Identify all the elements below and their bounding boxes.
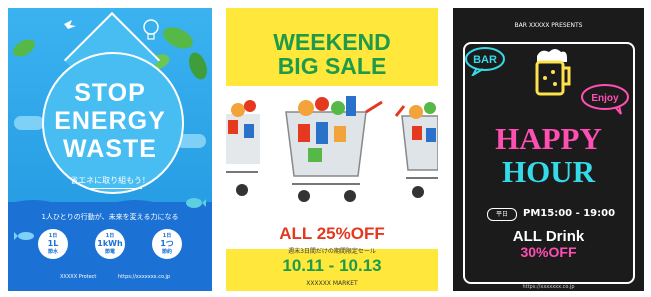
sale-note: 週末3日間だけの期間限定セール bbox=[288, 248, 376, 255]
headline-line-1: STOP bbox=[74, 79, 146, 107]
footer-brand: XXXXX Protect bbox=[60, 274, 97, 280]
sale-dates: 10.11 - 10.13 bbox=[282, 256, 382, 275]
market-name: XXXXXX MARKET bbox=[306, 280, 358, 287]
badge-water: 1日 1L 節水 bbox=[38, 229, 68, 259]
badge-main: 1つ bbox=[160, 239, 174, 248]
shopping-carts-illustration bbox=[226, 96, 438, 202]
badge-main: 1kWh bbox=[97, 239, 123, 248]
headline-line-2: HOUR bbox=[502, 154, 595, 189]
headline-line-2: BIG SALE bbox=[277, 53, 387, 79]
discount-text: 30%OFF bbox=[520, 244, 577, 260]
footer-url: https://xxxxxxx.co.jp bbox=[118, 274, 171, 280]
badge-saving: 1日 1つ 節約 bbox=[152, 229, 182, 259]
drink-text: ALL Drink bbox=[512, 228, 585, 245]
discount-text: ALL 25%OFF bbox=[279, 224, 385, 243]
presents-text: BAR XXXXX PRESENTS bbox=[514, 22, 583, 29]
badge-bottom: 節電 bbox=[104, 249, 115, 255]
badge-top: 1日 bbox=[105, 233, 115, 239]
subtitle: 省エネに取り組もう！ bbox=[70, 176, 150, 185]
bubble-left-text: BAR bbox=[473, 54, 497, 66]
fish-icon bbox=[14, 232, 34, 240]
beer-mug-icon bbox=[535, 49, 571, 96]
poster-happy-hour[interactable]: BAR XXXXX PRESENTS BAR Enjoy HAPPY HOUR … bbox=[453, 8, 644, 291]
poster-weekend-big-sale[interactable]: WEEKEND BIG SALE ALL 25%OFF 週末3日間だけの期間限定… bbox=[226, 8, 438, 291]
badge-bottom: 節水 bbox=[47, 249, 58, 255]
headline-line-3: WASTE bbox=[63, 135, 157, 163]
headline-line-1: WEEKEND bbox=[273, 29, 391, 55]
poster-stop-energy-waste[interactable]: STOP ENERGY WASTE 省エネに取り組もう！ 1人ひとりの行動が、未… bbox=[8, 8, 212, 291]
speech-bubble-left: BAR bbox=[465, 47, 505, 76]
weekday-badge: 平日 bbox=[487, 208, 517, 221]
lightbulb-icon bbox=[143, 19, 159, 40]
badge-top: 1日 bbox=[48, 233, 58, 239]
badge-power: 1日 1kWh 節電 bbox=[95, 229, 125, 259]
headline-line-1: HAPPY bbox=[495, 121, 602, 156]
badge-top: 1日 bbox=[162, 233, 172, 239]
headline-line-2: ENERGY bbox=[54, 107, 166, 135]
footer-url: https://xxxxxxx.co.jp bbox=[522, 284, 575, 290]
badge-main: 1L bbox=[47, 239, 59, 248]
fish-icon bbox=[186, 198, 206, 208]
badge-bottom: 節約 bbox=[161, 249, 172, 255]
divider bbox=[86, 188, 142, 189]
speech-bubble-right: Enjoy bbox=[581, 84, 629, 115]
bubble-right-text: Enjoy bbox=[591, 93, 619, 104]
time-range: PM15:00 - 19:00 bbox=[523, 208, 616, 219]
tagline: 1人ひとりの行動が、未来を変える力になる bbox=[41, 213, 179, 221]
